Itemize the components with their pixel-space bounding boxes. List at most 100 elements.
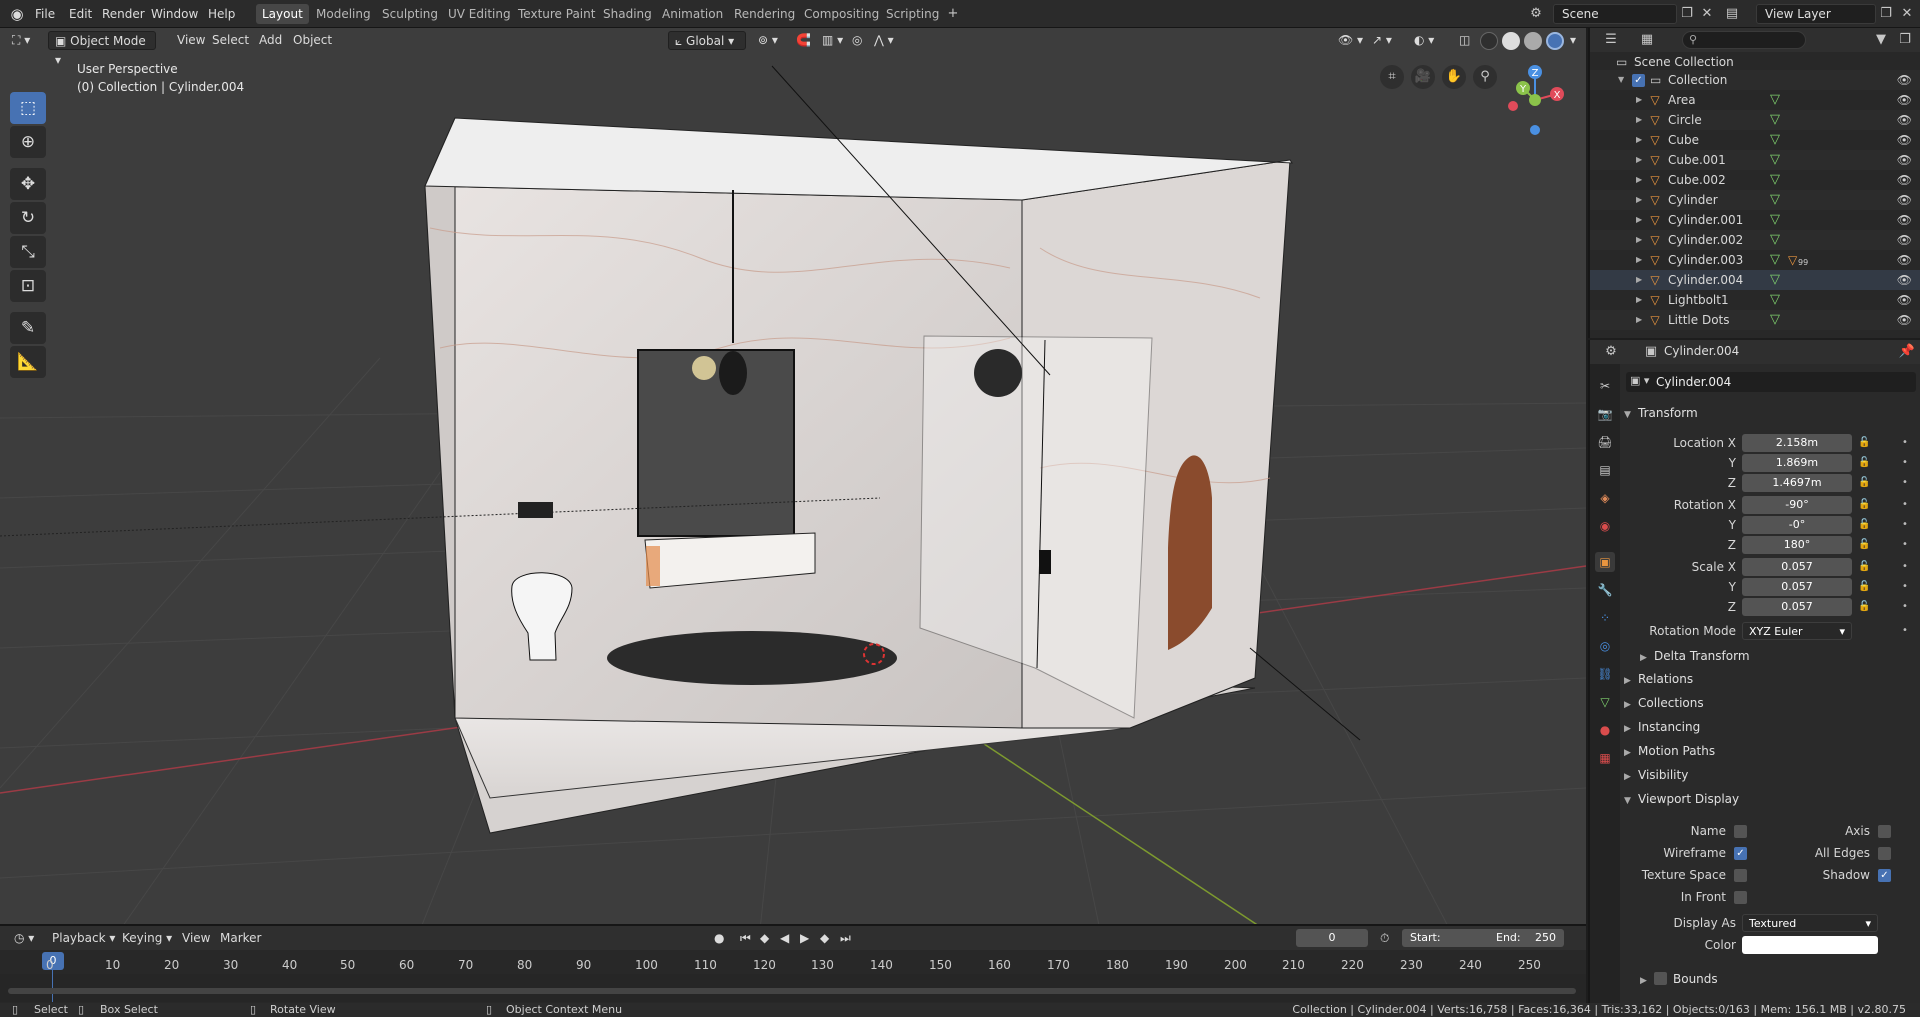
mesh-data-icon[interactable]: ▽ bbox=[1770, 310, 1780, 330]
expand-triangle-icon[interactable]: ▶ bbox=[1636, 230, 1642, 250]
particles-tab-icon[interactable]: ⁘ bbox=[1595, 608, 1615, 628]
visibility-eye-icon[interactable]: 👁 bbox=[1897, 290, 1912, 310]
timeline-scrollbar[interactable] bbox=[8, 988, 1576, 994]
tab-layout[interactable]: Layout bbox=[256, 4, 309, 24]
new-view-layer-icon[interactable]: ❐ bbox=[1877, 5, 1895, 23]
visibility-eye-icon[interactable]: 👁 bbox=[1897, 110, 1912, 130]
mesh-data-icon[interactable]: ▽ bbox=[1770, 170, 1780, 190]
jump-keyframe-forward-icon[interactable]: ◆ bbox=[814, 929, 835, 948]
modifier-tab-icon[interactable]: 🔧 bbox=[1595, 580, 1615, 600]
outliner-item[interactable]: ▶ ▽ Area ▽ 👁 bbox=[1590, 90, 1920, 110]
shading-options-icon[interactable]: ▾ bbox=[1564, 31, 1582, 50]
scene-icon[interactable]: ⚙ bbox=[1527, 5, 1545, 23]
lock-location-y-icon[interactable]: 🔓 bbox=[1858, 457, 1870, 468]
timeline-menu-view[interactable]: View bbox=[176, 929, 216, 948]
keyframe-dot-icon[interactable]: • bbox=[1902, 561, 1908, 572]
timeline-menu-keying[interactable]: Keying ▾ bbox=[116, 929, 178, 948]
scale-tool-icon[interactable]: ⤡ bbox=[10, 236, 46, 268]
texture-tab-icon[interactable]: ▦ bbox=[1595, 748, 1615, 768]
visibility-panel-header[interactable]: ▶ Visibility bbox=[1624, 764, 1918, 786]
lock-location-z-icon[interactable]: 🔓 bbox=[1858, 477, 1870, 488]
rotation-mode-dropdown[interactable]: XYZ Euler ▾ bbox=[1742, 622, 1852, 640]
outliner-item[interactable]: ▶ ▽ Cylinder.003 ▽ ▽ 99 👁 bbox=[1590, 250, 1920, 270]
annotate-tool-icon[interactable]: ✎ bbox=[10, 312, 46, 344]
tab-texture-paint[interactable]: Texture Paint bbox=[512, 4, 601, 24]
editor-type-button[interactable]: ⛶ ▾ bbox=[6, 31, 36, 50]
wireframe-shading-icon[interactable] bbox=[1480, 32, 1498, 50]
visibility-eye-icon[interactable]: 👁 bbox=[1897, 170, 1912, 190]
outliner-scene-collection[interactable]: ▭ Scene Collection bbox=[1590, 52, 1920, 72]
relations-panel-header[interactable]: ▶ Relations bbox=[1624, 668, 1918, 690]
instancing-panel-header[interactable]: ▶ Instancing bbox=[1624, 716, 1918, 738]
rendered-shading-icon[interactable] bbox=[1546, 32, 1564, 50]
remove-scene-icon[interactable]: ✕ bbox=[1698, 5, 1716, 23]
outliner-editor-type-icon[interactable]: ☰ bbox=[1602, 31, 1620, 49]
material-tab-icon[interactable]: ● bbox=[1595, 720, 1615, 740]
timeline-menu-playback[interactable]: Playback ▾ bbox=[46, 929, 121, 948]
mesh-data-icon[interactable]: ▽ bbox=[1770, 270, 1780, 290]
visibility-eye-icon[interactable]: 👁 bbox=[1897, 70, 1912, 90]
world-tab-icon[interactable]: ◉ bbox=[1595, 516, 1615, 536]
color-swatch[interactable] bbox=[1742, 936, 1878, 954]
view-layer-selector[interactable]: View Layer bbox=[1756, 4, 1876, 24]
tab-compositing[interactable]: Compositing bbox=[798, 4, 885, 24]
camera-icon[interactable]: 🎥 bbox=[1411, 65, 1435, 89]
lock-scale-x-icon[interactable]: 🔓 bbox=[1858, 561, 1870, 572]
snap-target-icon[interactable]: ▥ ▾ bbox=[816, 31, 849, 50]
lock-rotation-x-icon[interactable]: 🔓 bbox=[1858, 499, 1870, 510]
toggle-camera-view-icon[interactable]: ⌗ bbox=[1380, 65, 1404, 89]
expand-triangle-icon[interactable]: ▶ bbox=[1636, 290, 1642, 310]
mode-selector[interactable]: ▣ Object Mode ▾ bbox=[48, 31, 156, 67]
display-as-dropdown[interactable]: Textured ▾ bbox=[1742, 914, 1878, 932]
mesh-data-icon[interactable]: ▽ bbox=[1770, 230, 1780, 250]
object-name-field[interactable]: ▣ ▾ Cylinder.004 bbox=[1626, 372, 1916, 392]
end-frame-field[interactable]: End: 250 bbox=[1488, 929, 1564, 947]
tab-sculpting[interactable]: Sculpting bbox=[376, 4, 444, 24]
delta-transform-header[interactable]: ▶ Delta Transform bbox=[1640, 645, 1880, 667]
collections-panel-header[interactable]: ▶ Collections bbox=[1624, 692, 1918, 714]
mesh-data-icon[interactable]: ▽ bbox=[1770, 90, 1780, 110]
expand-triangle-icon[interactable]: ▼ bbox=[1618, 70, 1624, 90]
zoom-view-icon[interactable]: ⚲ bbox=[1473, 65, 1497, 89]
expand-triangle-icon[interactable]: ▶ bbox=[1636, 270, 1642, 290]
timeline-editor-type-icon[interactable]: ◷ ▾ bbox=[8, 929, 40, 948]
scene-tab-icon[interactable]: ◈ bbox=[1595, 488, 1615, 508]
pin-icon[interactable]: 📌 bbox=[1898, 343, 1916, 361]
expand-triangle-icon[interactable]: ▶ bbox=[1636, 250, 1642, 270]
gizmo-toggle-icon[interactable]: ↗ ▾ bbox=[1366, 31, 1398, 50]
bounds-checkbox[interactable] bbox=[1654, 972, 1667, 985]
rotation-x-field[interactable]: -90° bbox=[1742, 496, 1852, 514]
outliner-item[interactable]: ▶ ▽ Cube.001 ▽ 👁 bbox=[1590, 150, 1920, 170]
menu-help[interactable]: Help bbox=[208, 6, 235, 22]
keyframe-dot-icon[interactable]: • bbox=[1902, 601, 1908, 612]
preview-range-icon[interactable]: ⏱ bbox=[1374, 929, 1395, 948]
axis-checkbox[interactable] bbox=[1878, 825, 1891, 838]
collection-checkbox[interactable]: ✓ bbox=[1632, 74, 1645, 87]
keyframe-dot-icon[interactable]: • bbox=[1902, 457, 1908, 468]
falloff-icon[interactable]: ⋀ ▾ bbox=[868, 31, 900, 50]
record-icon[interactable]: ● bbox=[708, 929, 730, 948]
keyframe-dot-icon[interactable]: • bbox=[1902, 519, 1908, 530]
viewport-menu-select[interactable]: Select bbox=[206, 31, 255, 50]
expand-triangle-icon[interactable]: ▶ bbox=[1636, 90, 1642, 110]
outliner-item[interactable]: ▶ ▽ Cube ▽ 👁 bbox=[1590, 130, 1920, 150]
viewport-display-panel-header[interactable]: ▼ Viewport Display bbox=[1624, 788, 1918, 810]
move-tool-icon[interactable]: ✥ bbox=[10, 168, 46, 200]
jump-keyframe-back-icon[interactable]: ◆ bbox=[754, 929, 775, 948]
proportional-edit-icon[interactable]: ◎ bbox=[846, 31, 868, 50]
lock-rotation-z-icon[interactable]: 🔓 bbox=[1858, 539, 1870, 550]
material-shading-icon[interactable] bbox=[1524, 32, 1542, 50]
expand-triangle-icon[interactable]: ▶ bbox=[1636, 150, 1642, 170]
overlay-toggle-icon[interactable]: ◐ ▾ bbox=[1408, 31, 1440, 50]
pivot-point-icon[interactable]: ⊚ ▾ bbox=[752, 31, 784, 50]
expand-triangle-icon[interactable]: ▶ bbox=[1636, 310, 1642, 330]
select-box-tool-icon[interactable]: ⬚ bbox=[10, 92, 46, 124]
mesh-data-icon[interactable]: ▽ bbox=[1770, 150, 1780, 170]
outliner-collection[interactable]: ▼ ✓ ▭ Collection 👁 bbox=[1590, 70, 1920, 90]
all-edges-checkbox[interactable] bbox=[1878, 847, 1891, 860]
menu-render[interactable]: Render bbox=[102, 6, 145, 22]
transform-panel-header[interactable]: ▼ Transform bbox=[1624, 402, 1918, 424]
snap-icon[interactable]: 🧲 bbox=[790, 31, 817, 50]
measure-tool-icon[interactable]: 📐 bbox=[10, 346, 46, 378]
expand-triangle-icon[interactable]: ▶ bbox=[1636, 210, 1642, 230]
